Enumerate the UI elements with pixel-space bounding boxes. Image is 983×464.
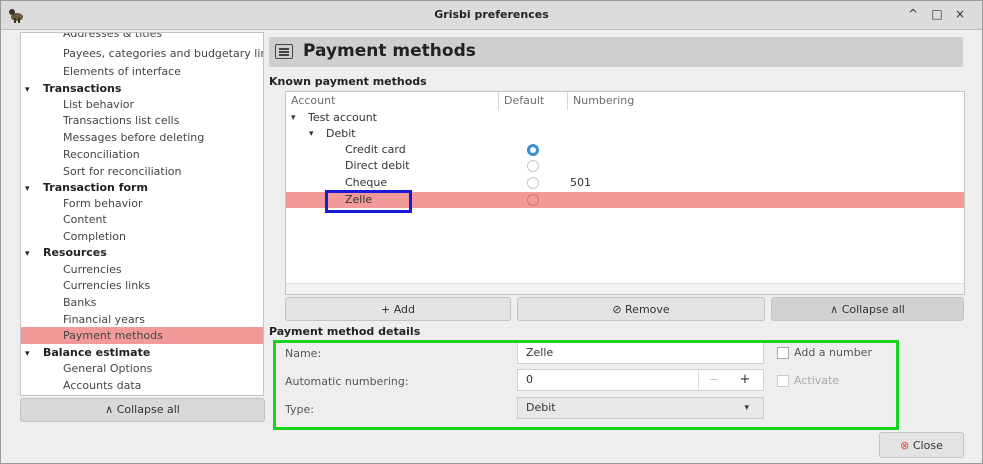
chevron-up-icon: ∧ bbox=[830, 303, 839, 316]
sidebar-item-label: Payment methods bbox=[63, 329, 163, 342]
default-radio[interactable] bbox=[527, 177, 539, 189]
close-button[interactable]: ⊗ Close bbox=[879, 432, 964, 458]
chevron-up-icon: ∧ bbox=[105, 403, 114, 416]
tree-row-method[interactable]: Direct debit bbox=[286, 158, 964, 174]
sidebar-item-label: Accounts data bbox=[63, 379, 142, 392]
sidebar-item-label: Currencies links bbox=[63, 279, 151, 292]
sidebar-item[interactable]: Elements of interface bbox=[21, 63, 263, 80]
sidebar-item-label: Sort for reconciliation bbox=[63, 165, 182, 178]
sidebar-item[interactable]: Messages before deleting bbox=[21, 129, 263, 146]
sidebar-item[interactable]: Completion bbox=[21, 228, 263, 245]
column-header-numbering[interactable]: Numbering bbox=[568, 92, 964, 110]
window-title: Grisbi preferences bbox=[434, 8, 549, 21]
sidebar-item-label: Elements of interface bbox=[63, 65, 181, 78]
sidebar-item-label: Content bbox=[63, 213, 107, 226]
close-label: Close bbox=[912, 439, 943, 452]
tree-row-label: Direct debit bbox=[345, 159, 410, 172]
add-button[interactable]: + Add bbox=[285, 297, 511, 321]
tree-row-label: Credit card bbox=[345, 143, 406, 156]
sidebar-item-label: Messages before deleting bbox=[63, 131, 205, 144]
highlight-box-green bbox=[273, 340, 899, 430]
default-radio[interactable] bbox=[527, 144, 539, 156]
add-label: Add bbox=[393, 303, 415, 316]
maximize-window-button[interactable]: □ bbox=[929, 7, 945, 21]
column-header-default[interactable]: Default bbox=[499, 92, 568, 110]
sidebar-group-transactions[interactable]: ▾ Transactions bbox=[21, 80, 263, 97]
sidebar-item[interactable]: Form behavior bbox=[21, 195, 263, 212]
details-heading: Payment method details bbox=[269, 325, 421, 338]
sidebar-item-label: Completion bbox=[63, 230, 127, 243]
sidebar-item-label: Transactions list cells bbox=[63, 114, 180, 127]
sidebar-group-label: Transaction form bbox=[43, 181, 148, 194]
shade-window-button[interactable]: ^ bbox=[905, 7, 921, 21]
sidebar-group-resources[interactable]: ▾ Resources bbox=[21, 244, 263, 261]
sidebar-item[interactable]: Sort for reconciliation bbox=[21, 163, 263, 180]
sidebar-group-label: Resources bbox=[43, 246, 107, 259]
sidebar-item-label: Form behavior bbox=[63, 197, 143, 210]
preferences-sidebar[interactable]: Addresses & titles Payees, categories an… bbox=[20, 32, 264, 396]
page-header: Payment methods bbox=[269, 37, 963, 67]
sidebar-group-label: Balance estimate bbox=[43, 346, 151, 359]
sidebar-group-transaction-form[interactable]: ▾ Transaction form bbox=[21, 179, 263, 196]
numbering-value: 501 bbox=[570, 176, 591, 189]
collapse-all-label: Collapse all bbox=[116, 403, 180, 416]
default-radio[interactable] bbox=[527, 194, 539, 206]
sidebar-group-balance-estimate[interactable]: ▾ Balance estimate bbox=[21, 344, 263, 361]
remove-button[interactable]: ⊘ Remove bbox=[517, 297, 765, 321]
tree-row-label: Cheque bbox=[345, 176, 388, 189]
close-circle-icon: ⊗ bbox=[900, 439, 910, 452]
expanded-arrow-icon[interactable]: ▾ bbox=[291, 110, 296, 126]
sidebar-item-label: Payees, categories and budgetary lines bbox=[63, 47, 264, 60]
expanded-arrow-icon[interactable]: ▾ bbox=[309, 126, 314, 142]
collapse-all-label: Collapse all bbox=[841, 303, 905, 316]
sidebar-item[interactable]: Content bbox=[21, 211, 263, 228]
sidebar-item-label: Reconciliation bbox=[63, 148, 140, 161]
page-title: Payment methods bbox=[303, 41, 476, 61]
sidebar-item-label: Currencies bbox=[63, 263, 122, 276]
sidebar-item-label: Financial years bbox=[63, 313, 145, 326]
plus-icon: + bbox=[380, 303, 391, 316]
list-document-icon bbox=[275, 44, 293, 59]
cancel-circle-icon: ⊘ bbox=[612, 303, 622, 316]
tree-row-method[interactable]: Cheque 501 bbox=[286, 175, 964, 191]
known-methods-heading: Known payment methods bbox=[269, 75, 427, 88]
sidebar-item-label: List behavior bbox=[63, 98, 135, 111]
close-window-button[interactable]: × bbox=[952, 7, 968, 21]
sidebar-item-label: Banks bbox=[63, 296, 97, 309]
highlight-box-blue bbox=[325, 190, 412, 213]
sidebar-item[interactable]: Currencies links bbox=[21, 277, 263, 294]
sidebar-item[interactable]: General Options bbox=[21, 360, 263, 377]
sidebar-collapse-all-button[interactable]: ∧ Collapse all bbox=[20, 398, 265, 422]
sidebar-item[interactable]: Accounts data bbox=[21, 377, 263, 394]
tree-row-account[interactable]: ▾ Test account bbox=[286, 110, 964, 126]
sidebar-group-label: Transactions bbox=[43, 82, 122, 95]
sidebar-item-label: Addresses & titles bbox=[63, 32, 163, 40]
collapse-all-button[interactable]: ∧ Collapse all bbox=[771, 297, 964, 321]
sidebar-item[interactable]: Reconciliation bbox=[21, 146, 263, 163]
column-header-account[interactable]: Account bbox=[286, 92, 499, 110]
sidebar-item[interactable]: Currencies bbox=[21, 261, 263, 278]
sidebar-item[interactable]: Financial years bbox=[21, 311, 263, 328]
sidebar-item[interactable]: Addresses & titles bbox=[21, 32, 263, 42]
preferences-window: Grisbi preferences ^ □ × Addresses & tit… bbox=[0, 0, 983, 464]
tree-row-method[interactable]: Credit card bbox=[286, 142, 964, 158]
sidebar-item-label: General Options bbox=[63, 362, 153, 375]
sidebar-item[interactable]: Transactions list cells bbox=[21, 112, 263, 129]
horizontal-scrollbar[interactable] bbox=[286, 283, 964, 294]
sidebar-item[interactable]: Payees, categories and budgetary lines bbox=[21, 45, 263, 62]
sidebar-item[interactable]: List behavior bbox=[21, 96, 263, 113]
sidebar-item[interactable]: Banks bbox=[21, 294, 263, 311]
tree-row-type[interactable]: ▾ Debit bbox=[286, 126, 964, 142]
remove-label: Remove bbox=[625, 303, 670, 316]
title-bar: Grisbi preferences ^ □ × bbox=[1, 1, 982, 30]
tree-row-label: Debit bbox=[326, 127, 356, 140]
tree-row-label: Test account bbox=[308, 111, 377, 124]
sidebar-item-payment-methods[interactable]: Payment methods bbox=[21, 327, 263, 344]
default-radio[interactable] bbox=[527, 160, 539, 172]
